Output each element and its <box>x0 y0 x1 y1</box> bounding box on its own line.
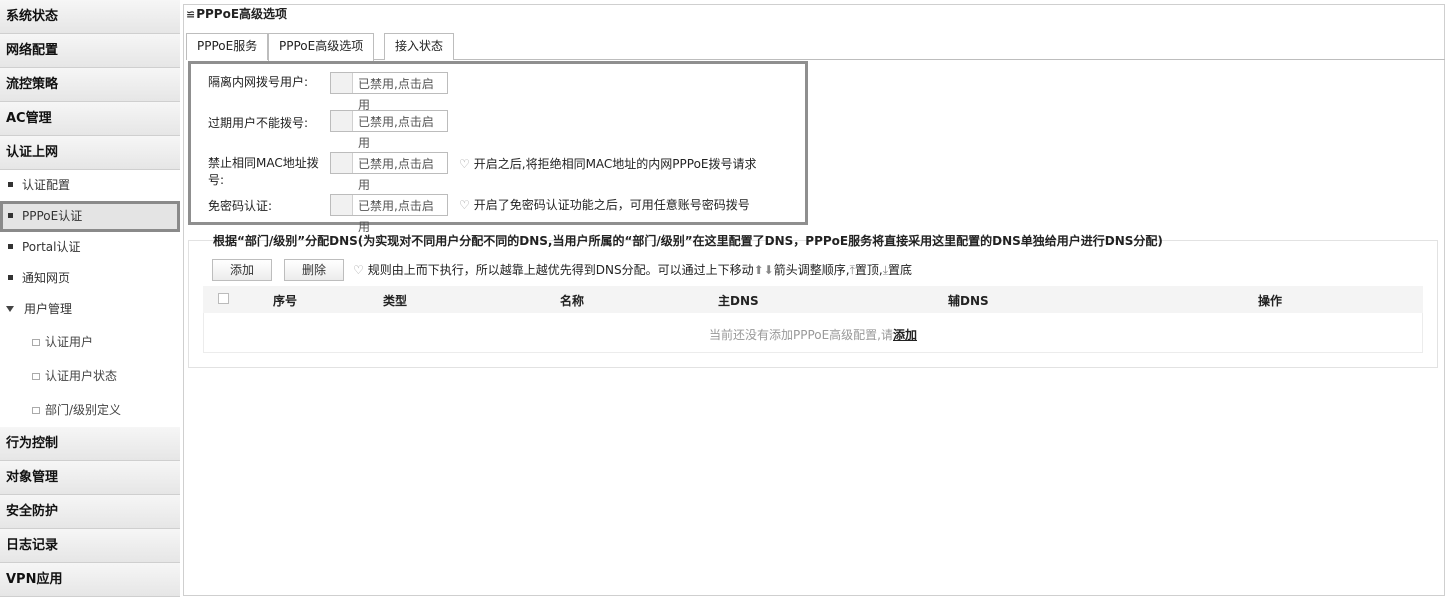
sidebar-cat-network-config[interactable]: 网络配置 <box>0 34 180 68</box>
rule-hint: ♡ 规则由上而下执行，所以越靠上越优先得到DNS分配。可以通过上下移动⬆⬇箭头调整… <box>353 261 912 278</box>
option-label-line: 禁止相同MAC地址拨 <box>208 156 319 170</box>
option-label-line: 号: <box>208 173 225 187</box>
sidebar-cat-ac-management[interactable]: AC管理 <box>0 102 180 136</box>
option-label-passwordless: 免密码认证: <box>208 199 273 213</box>
toggle-text: 已禁用,点击启 <box>358 199 434 213</box>
lightbulb-icon: ♡ <box>459 198 470 212</box>
column-header-secondary-dns: 辅DNS <box>948 294 989 308</box>
bullet-icon <box>8 182 13 187</box>
toggle-same-mac[interactable]: 已禁用,点击启 用 <box>330 152 448 192</box>
rule-hint-text: 规则由上而下执行，所以越靠上越优先得到DNS分配。可以通过上下移动 <box>367 263 754 277</box>
toggle-text-wrap: 用 <box>358 178 371 192</box>
bullet-icon <box>8 275 13 280</box>
hint-text: 开启了免密码认证功能之后，可用任意账号密码拨号 <box>473 198 750 212</box>
square-icon <box>32 373 40 380</box>
sidebar-cat-security[interactable]: 安全防护 <box>0 495 180 529</box>
sidebar-item-label: 认证用户状态 <box>45 369 118 383</box>
option-label-same-mac: 禁止相同MAC地址拨 号: <box>208 155 319 189</box>
toggle-passwordless[interactable]: 已禁用,点击启 用 <box>330 194 448 234</box>
tab-bar: PPPoE服务 PPPoE高级选项 接入状态 <box>186 33 1445 61</box>
rule-hint-text-b: 箭头调整顺序, <box>773 263 850 277</box>
breadcrumb: ≌PPPoE高级选项 <box>186 5 287 22</box>
toggle-knob <box>331 111 353 131</box>
table-body: 当前还没有添加PPPoE高级配置,请添加 <box>203 313 1423 353</box>
sidebar-item-notify-page[interactable]: 通知网页 <box>0 263 180 294</box>
sidebar-item-dept-level[interactable]: 部门/级别定义 <box>0 393 180 427</box>
column-header-type: 类型 <box>383 294 408 308</box>
square-icon <box>32 407 40 414</box>
sidebar-item-portal-auth[interactable]: Portal认证 <box>0 232 180 263</box>
sidebar: 系统状态 网络配置 流控策略 AC管理 认证上网 认证配置 PPPoE认证 Po… <box>0 0 180 605</box>
breadcrumb-text: PPPoE高级选项 <box>196 7 288 21</box>
sidebar-cat-flow-control[interactable]: 流控策略 <box>0 68 180 102</box>
toggle-text: 已禁用,点击启 <box>358 157 434 171</box>
arrow-down-icon: ⬇ <box>763 263 774 277</box>
hint-text: 开启之后,将拒绝相同MAC地址的内网PPPoE拨号请求 <box>473 157 757 171</box>
delete-button[interactable]: 删除 <box>284 259 344 281</box>
option-label-expired: 过期用户不能拨号: <box>208 116 309 130</box>
lightbulb-icon: ♡ <box>459 157 470 171</box>
breadcrumb-icon: ≌ <box>186 8 196 21</box>
tab-access-status[interactable]: 接入状态 <box>384 33 455 60</box>
rule-hint-top: 置顶, <box>854 263 883 277</box>
toggle-knob <box>331 73 353 93</box>
bullet-icon <box>8 213 13 218</box>
sidebar-item-auth-users[interactable]: 认证用户 <box>0 325 180 359</box>
toggle-text: 已禁用,点击启 <box>358 77 434 91</box>
triangle-down-icon <box>6 306 14 312</box>
sidebar-item-label: 认证用户 <box>45 335 94 349</box>
column-header-name: 名称 <box>560 294 585 308</box>
sidebar-item-label: 用户管理 <box>24 302 73 316</box>
add-link[interactable]: 添加 <box>893 328 917 342</box>
sidebar-item-label: 部门/级别定义 <box>45 403 122 417</box>
empty-message: 当前还没有添加PPPoE高级配置,请添加 <box>204 326 1422 343</box>
sidebar-cat-vpn[interactable]: VPN应用 <box>0 563 180 597</box>
option-label-isolate: 隔离内网拨号用户: <box>208 75 309 89</box>
sidebar-item-auth-config[interactable]: 认证配置 <box>0 170 180 201</box>
sidebar-cat-behavior-control[interactable]: 行为控制 <box>0 427 180 461</box>
sidebar-cat-system-status[interactable]: 系统状态 <box>0 0 180 34</box>
tab-pppoe-service[interactable]: PPPoE服务 <box>186 33 269 60</box>
sidebar-item-label: PPPoE认证 <box>22 209 83 223</box>
sidebar-item-label: 通知网页 <box>22 271 71 285</box>
select-all-checkbox[interactable] <box>218 293 229 304</box>
sidebar-item-label: Portal认证 <box>22 240 81 254</box>
column-header-primary-dns: 主DNS <box>718 294 759 308</box>
dns-section-title: 根据“部门/级别”分配DNS(为实现对不同用户分配不同的DNS,当用户所属的“部… <box>213 234 1163 248</box>
sidebar-item-pppoe-auth[interactable]: PPPoE认证 <box>0 201 180 232</box>
sidebar-cat-auth-internet[interactable]: 认证上网 <box>0 136 180 170</box>
toggle-text: 已禁用,点击启 <box>358 115 434 129</box>
square-icon <box>32 339 40 346</box>
table-header: 序号 类型 名称 主DNS 辅DNS 操作 <box>203 286 1423 313</box>
sidebar-cat-logs[interactable]: 日志记录 <box>0 529 180 563</box>
sidebar-item-label: 认证配置 <box>22 178 71 192</box>
sidebar-item-user-management[interactable]: 用户管理 <box>0 294 180 325</box>
add-button[interactable]: 添加 <box>212 259 272 281</box>
advanced-options-box: 隔离内网拨号用户: 已禁用,点击启 用 过期用户不能拨号: 已禁用,点击启 用 … <box>188 61 808 234</box>
toggle-expired[interactable]: 已禁用,点击启 用 <box>330 110 448 150</box>
lightbulb-icon: ♡ <box>353 263 364 277</box>
arrow-up-icon: ⬆ <box>753 263 764 277</box>
sidebar-cat-object-management[interactable]: 对象管理 <box>0 461 180 495</box>
hint-passwordless: ♡ 开启了免密码认证功能之后，可用任意账号密码拨号 <box>459 196 750 213</box>
column-header-actions: 操作 <box>1258 294 1283 308</box>
bullet-icon <box>8 244 13 249</box>
toggle-knob <box>331 195 353 215</box>
toggle-knob <box>331 153 353 173</box>
hint-same-mac: ♡ 开启之后,将拒绝相同MAC地址的内网PPPoE拨号请求 <box>459 155 757 172</box>
toggle-isolate[interactable]: 已禁用,点击启 用 <box>330 72 448 112</box>
empty-text: 当前还没有添加PPPoE高级配置,请 <box>708 328 893 342</box>
rule-hint-bottom: 置底 <box>888 263 913 277</box>
column-header-index: 序号 <box>273 294 298 308</box>
toggle-text-wrap: 用 <box>358 136 371 150</box>
sidebar-item-auth-user-status[interactable]: 认证用户状态 <box>0 359 180 393</box>
tab-pppoe-advanced[interactable]: PPPoE高级选项 <box>268 33 375 61</box>
